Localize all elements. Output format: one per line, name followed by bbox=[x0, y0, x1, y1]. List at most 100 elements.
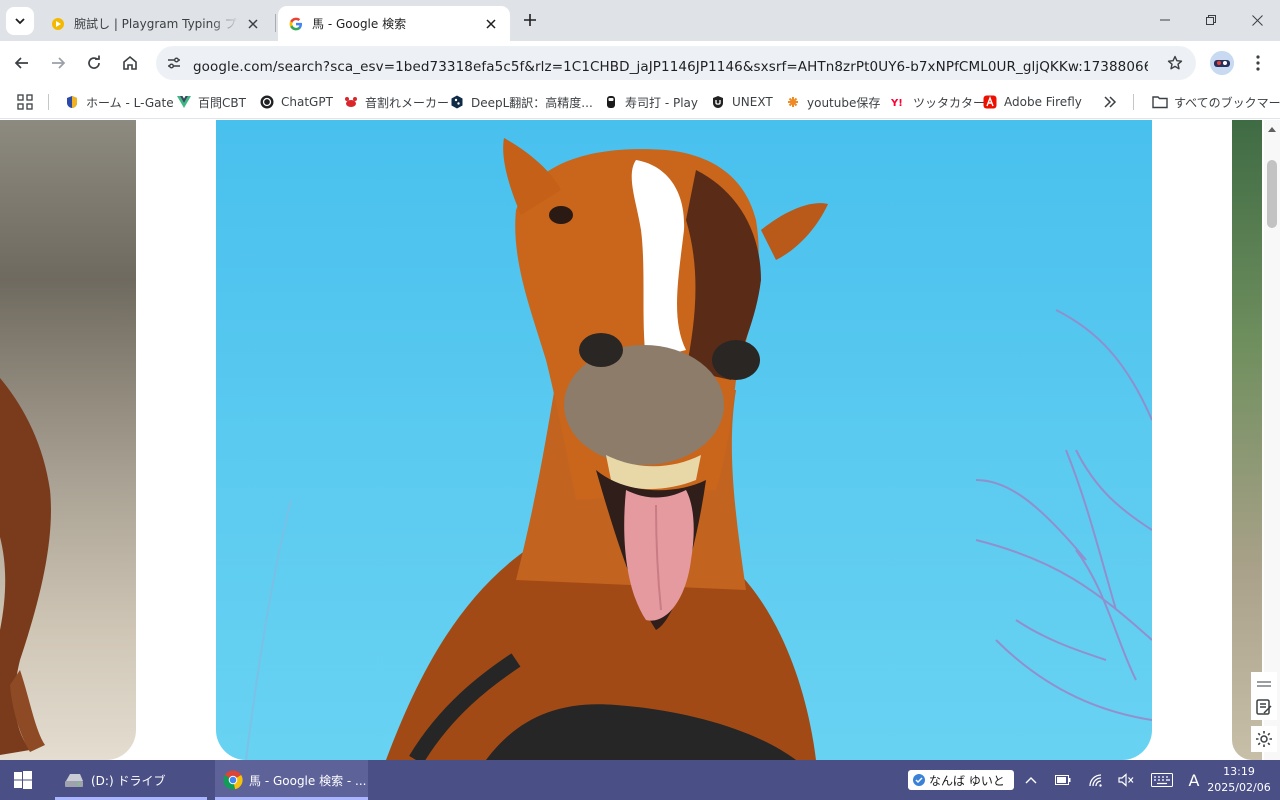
bookmark-chatgpt[interactable]: ChatGPT bbox=[259, 91, 333, 113]
reload-button[interactable] bbox=[79, 48, 109, 78]
ime-user-widget[interactable]: なんば ゆいと bbox=[908, 770, 1014, 790]
horse-leg-image bbox=[0, 378, 51, 755]
bookmarks-divider bbox=[1133, 94, 1134, 110]
settings-button[interactable] bbox=[1251, 726, 1277, 752]
tab-search-button[interactable] bbox=[6, 7, 34, 35]
scroll-up-arrow[interactable] bbox=[1267, 124, 1277, 134]
speaker-muted-icon bbox=[1118, 773, 1134, 787]
bookmark-star-button[interactable] bbox=[1164, 52, 1186, 74]
bookmark-sushida[interactable]: 寿司打 - Play bbox=[603, 91, 698, 113]
bookmark-deepl[interactable]: DeepL翻訳：高精度... bbox=[449, 91, 593, 113]
bookmark-label: UNEXT bbox=[732, 95, 773, 109]
network-button[interactable] bbox=[1086, 770, 1106, 790]
home-button[interactable] bbox=[115, 48, 145, 78]
arrow-right-icon bbox=[52, 57, 66, 69]
bookmark-label: 百問CBT bbox=[198, 95, 246, 110]
yahoo-icon: Y! bbox=[891, 94, 907, 110]
close-icon bbox=[1251, 14, 1263, 26]
caret-up-icon bbox=[1268, 127, 1276, 132]
taskbar-item-label: 馬 - Google 検索 - ... bbox=[249, 773, 367, 788]
bookmark-hyakumon-cbt[interactable]: 百問CBT bbox=[176, 91, 246, 113]
lines-icon bbox=[1257, 681, 1271, 687]
vue-icon bbox=[176, 94, 192, 110]
bookmark-lgate[interactable]: ホーム - L-Gate bbox=[64, 91, 174, 113]
scrollbar-thumb[interactable] bbox=[1267, 160, 1277, 228]
laughing-horse-photo bbox=[245, 138, 1152, 760]
profile-avatar[interactable] bbox=[1210, 51, 1234, 75]
bookmark-adobe-firefly[interactable]: Adobe Firefly bbox=[982, 91, 1082, 113]
battery-button[interactable] bbox=[1053, 770, 1073, 790]
close-window-button[interactable] bbox=[1234, 0, 1280, 40]
taskbar-item-label: (D:) ドライブ bbox=[91, 773, 166, 788]
windows-taskbar: (D:) ドライブ 馬 - Google 検索 - ... なんば ゆいと A … bbox=[0, 760, 1280, 800]
lgate-icon bbox=[64, 94, 80, 110]
taskbar-item-drive[interactable]: (D:) ドライブ bbox=[55, 760, 207, 800]
windows-logo-icon bbox=[14, 771, 32, 789]
playgram-favicon-icon bbox=[50, 16, 66, 32]
restore-button[interactable] bbox=[1188, 0, 1234, 40]
tab-title: 馬 - Google 検索 bbox=[312, 17, 407, 31]
apps-grid-icon bbox=[17, 94, 33, 110]
ime-user-name: なんば ゆいと bbox=[929, 773, 1005, 788]
adobe-icon bbox=[982, 94, 998, 110]
all-bookmarks-folder[interactable]: すべてのブックマーク bbox=[1152, 91, 1280, 113]
svg-text:Y!: Y! bbox=[891, 98, 903, 108]
system-clock[interactable]: 13:19 2025/02/06 bbox=[1206, 764, 1272, 796]
bookmark-label: 寿司打 - Play bbox=[625, 95, 698, 110]
minimize-icon bbox=[1160, 19, 1170, 21]
new-tab-button[interactable] bbox=[519, 9, 541, 31]
home-icon bbox=[123, 55, 137, 70]
input-mode-indicator[interactable]: A bbox=[1184, 770, 1204, 790]
address-bar[interactable]: google.com/search?sca_esv=1bed73318efa5c… bbox=[156, 46, 1196, 80]
browser-menu-button[interactable] bbox=[1248, 52, 1268, 74]
bookmarks-bar: ホーム - L-Gate 百問CBT ChatGPT 音割れメーカー DeepL… bbox=[0, 85, 1280, 119]
plus-icon bbox=[524, 14, 536, 26]
reload-icon bbox=[88, 55, 100, 69]
all-bookmarks-label: すべてのブックマーク bbox=[1174, 95, 1280, 110]
bookmarks-overflow-button[interactable] bbox=[1103, 91, 1117, 113]
bookmark-label: Adobe Firefly bbox=[1004, 95, 1082, 109]
touch-keyboard-button[interactable] bbox=[1150, 770, 1174, 790]
taskbar-item-chrome[interactable]: 馬 - Google 検索 - ... bbox=[215, 760, 368, 800]
clock-date: 2025/02/06 bbox=[1207, 781, 1271, 794]
previous-image-preview[interactable] bbox=[0, 120, 136, 760]
show-hidden-icons-button[interactable] bbox=[1021, 770, 1041, 790]
youtube-save-icon bbox=[785, 94, 801, 110]
bookmark-label: ツッタカター bbox=[913, 95, 986, 110]
apps-button[interactable] bbox=[17, 91, 33, 113]
tab-google-search[interactable]: 馬 - Google 検索 bbox=[278, 6, 510, 41]
horse-image[interactable] bbox=[216, 120, 1152, 760]
battery-icon bbox=[1055, 775, 1071, 785]
tab-title: 腕試し | Playgram Typing プレイグラム bbox=[74, 17, 240, 31]
tab-playgram[interactable]: 腕試し | Playgram Typing プレイグラム bbox=[40, 6, 272, 41]
url-text[interactable]: google.com/search?sca_esv=1bed73318efa5c… bbox=[193, 55, 1148, 75]
bookmark-tsuttakatar[interactable]: Y! ツッタカター bbox=[891, 91, 985, 113]
openai-icon bbox=[259, 94, 275, 110]
close-icon[interactable] bbox=[244, 15, 262, 33]
browser-toolbar: google.com/search?sca_esv=1bed73318efa5c… bbox=[0, 41, 1280, 85]
minimize-button[interactable] bbox=[1142, 0, 1188, 40]
close-icon[interactable] bbox=[482, 15, 500, 33]
site-info-button[interactable] bbox=[162, 51, 186, 75]
arrow-left-icon bbox=[14, 57, 28, 69]
chrome-icon bbox=[223, 770, 243, 790]
bookmark-otoware-maker[interactable]: 音割れメーカー bbox=[343, 91, 449, 113]
ime-pad-icon bbox=[912, 773, 926, 787]
bookmark-label: ホーム - L-Gate bbox=[86, 95, 174, 110]
bookmark-unext[interactable]: UNEXT bbox=[710, 91, 773, 113]
back-button[interactable] bbox=[7, 48, 37, 78]
forward-button[interactable] bbox=[43, 48, 73, 78]
keyboard-icon bbox=[1151, 773, 1173, 787]
next-image-preview[interactable] bbox=[1232, 120, 1262, 760]
volume-button[interactable] bbox=[1116, 770, 1136, 790]
feedback-button[interactable] bbox=[1251, 694, 1277, 720]
chevron-down-icon bbox=[15, 18, 25, 25]
start-button[interactable] bbox=[12, 769, 34, 791]
unext-icon bbox=[710, 94, 726, 110]
crab-icon bbox=[343, 94, 359, 110]
bookmark-label: DeepL翻訳：高精度... bbox=[471, 95, 593, 110]
star-icon bbox=[1167, 55, 1183, 70]
scrollbar[interactable] bbox=[1264, 120, 1280, 760]
bookmark-youtube-save[interactable]: youtube保存 bbox=[785, 91, 880, 113]
double-chevron-right-icon bbox=[1104, 96, 1117, 108]
